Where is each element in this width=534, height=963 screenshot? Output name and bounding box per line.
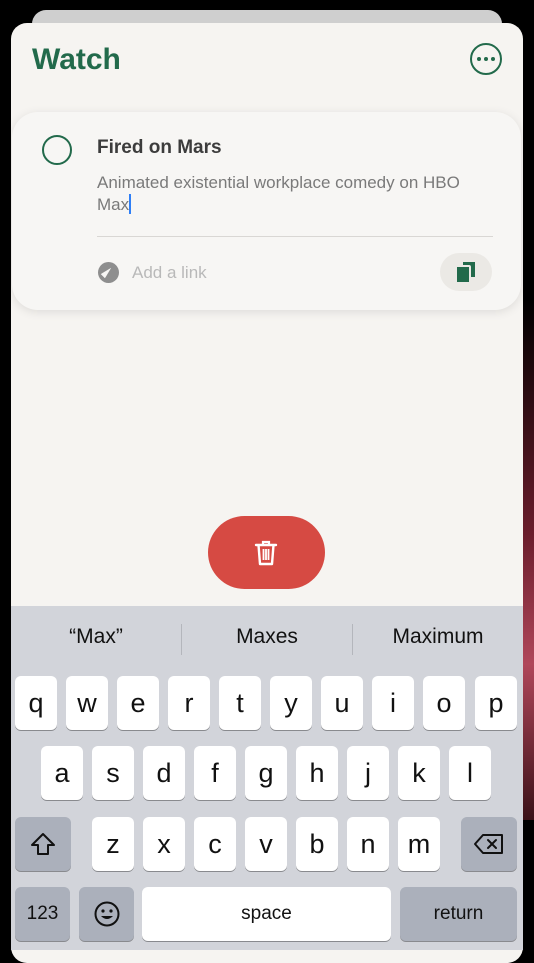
task-note-field[interactable]: Animated existential workplace comedy on… bbox=[97, 172, 477, 216]
key-d[interactable]: d bbox=[143, 746, 185, 800]
key-s[interactable]: s bbox=[92, 746, 134, 800]
key-g[interactable]: g bbox=[245, 746, 287, 800]
emoji-icon bbox=[94, 901, 119, 927]
key-w[interactable]: w bbox=[66, 676, 108, 730]
key-t[interactable]: t bbox=[219, 676, 261, 730]
task-title[interactable]: Fired on Mars bbox=[97, 137, 222, 159]
emoji-key[interactable] bbox=[79, 887, 134, 941]
key-j[interactable]: j bbox=[347, 746, 389, 800]
key-c[interactable]: c bbox=[194, 817, 236, 871]
suggestion-3[interactable]: Maximum bbox=[353, 625, 523, 649]
text-cursor bbox=[129, 194, 132, 214]
compass-icon bbox=[98, 262, 119, 283]
keyboard: “Max” Maxes Maximum q w e r t y u i o p … bbox=[11, 606, 523, 950]
key-y[interactable]: y bbox=[270, 676, 312, 730]
key-u[interactable]: u bbox=[321, 676, 363, 730]
suggestion-1[interactable]: “Max” bbox=[11, 625, 181, 649]
key-n[interactable]: n bbox=[347, 817, 389, 871]
key-m[interactable]: m bbox=[398, 817, 440, 871]
ellipsis-icon bbox=[477, 57, 481, 61]
backspace-icon bbox=[474, 834, 503, 854]
shift-icon bbox=[31, 833, 55, 855]
key-p[interactable]: p bbox=[475, 676, 517, 730]
more-options-button[interactable] bbox=[470, 43, 502, 75]
delete-button[interactable] bbox=[208, 516, 325, 589]
key-v[interactable]: v bbox=[245, 817, 287, 871]
suggestion-bar: “Max” Maxes Maximum bbox=[11, 606, 523, 674]
space-key[interactable]: space bbox=[142, 887, 391, 941]
add-link-field[interactable]: Add a link bbox=[132, 263, 207, 283]
divider bbox=[97, 236, 493, 237]
key-b[interactable]: b bbox=[296, 817, 338, 871]
return-key[interactable]: return bbox=[400, 887, 517, 941]
suggestion-2[interactable]: Maxes bbox=[182, 625, 352, 649]
key-k[interactable]: k bbox=[398, 746, 440, 800]
key-h[interactable]: h bbox=[296, 746, 338, 800]
key-r[interactable]: r bbox=[168, 676, 210, 730]
complete-checkbox[interactable] bbox=[42, 135, 72, 165]
key-q[interactable]: q bbox=[15, 676, 57, 730]
task-note-text: Animated existential workplace comedy on… bbox=[97, 173, 460, 214]
key-a[interactable]: a bbox=[41, 746, 83, 800]
numbers-key[interactable]: 123 bbox=[15, 887, 70, 941]
task-card: Fired on Mars Animated existential workp… bbox=[12, 112, 521, 310]
key-f[interactable]: f bbox=[194, 746, 236, 800]
page-title: Watch bbox=[32, 43, 121, 76]
key-i[interactable]: i bbox=[372, 676, 414, 730]
key-l[interactable]: l bbox=[449, 746, 491, 800]
trash-icon bbox=[254, 540, 278, 566]
key-z[interactable]: z bbox=[92, 817, 134, 871]
key-e[interactable]: e bbox=[117, 676, 159, 730]
key-o[interactable]: o bbox=[423, 676, 465, 730]
paste-button[interactable] bbox=[440, 253, 492, 291]
key-x[interactable]: x bbox=[143, 817, 185, 871]
shift-key[interactable] bbox=[15, 817, 71, 871]
backspace-key[interactable] bbox=[461, 817, 517, 871]
